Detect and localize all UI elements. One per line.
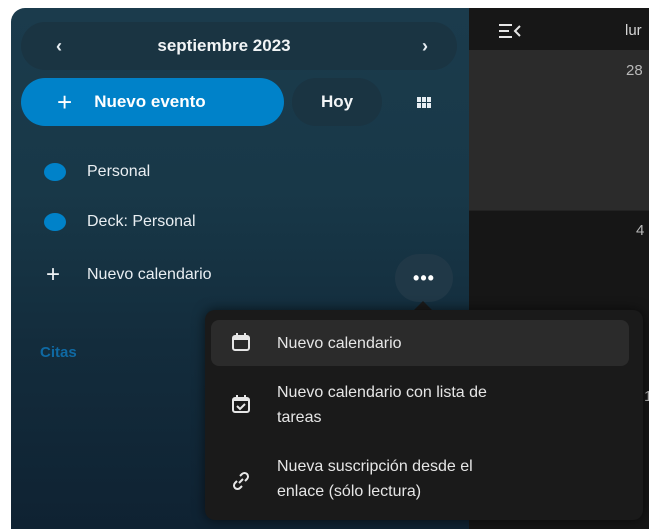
calendar-color-dot xyxy=(44,213,66,231)
menu-item-new-calendar[interactable]: Nuevo calendario xyxy=(211,320,629,366)
new-event-button[interactable]: + Nuevo evento xyxy=(21,78,284,126)
calendar-app: ‹ septiembre 2023 › + Nuevo evento Hoy P… xyxy=(11,8,649,529)
menu-collapse-icon[interactable] xyxy=(499,22,521,40)
today-button[interactable]: Hoy xyxy=(292,78,382,126)
calendar-label: Personal xyxy=(87,163,151,180)
plus-icon: + xyxy=(57,87,73,117)
menu-item-new-calendar-tasks[interactable]: Nuevo calendario con lista de tareas xyxy=(211,376,629,434)
day-number[interactable]: 4 xyxy=(636,222,644,239)
menu-item-label-line1: Nueva suscripción desde el xyxy=(277,458,473,475)
calendar-check-icon xyxy=(232,395,250,413)
new-calendar-item[interactable]: + Nuevo calendario xyxy=(11,253,451,297)
calendar-label: Deck: Personal xyxy=(87,213,196,230)
menu-item-label-line2: enlace (sólo lectura) xyxy=(277,483,422,500)
grid-view-icon[interactable] xyxy=(400,78,448,126)
menu-item-label: Nuevo calendario xyxy=(277,335,402,352)
current-month-button[interactable]: septiembre 2023 xyxy=(21,22,457,70)
menu-item-label-line1: Nuevo calendario con lista de xyxy=(277,384,487,401)
menu-item-label-line2: tareas xyxy=(277,409,322,426)
calendar-color-dot xyxy=(44,163,66,181)
week-divider xyxy=(469,210,649,211)
chevron-right-icon[interactable]: › xyxy=(401,22,449,70)
day-number[interactable]: 28 xyxy=(626,62,643,79)
more-actions-button[interactable]: ••• xyxy=(395,254,453,302)
plus-icon: + xyxy=(45,261,60,288)
calendar-icon xyxy=(232,333,250,351)
day-number[interactable]: 1 xyxy=(644,388,649,405)
date-picker: ‹ septiembre 2023 › xyxy=(21,22,457,70)
menu-item-new-subscription[interactable]: Nueva suscripción desde el enlace (sólo … xyxy=(211,450,629,508)
new-calendar-popover-menu: Nuevo calendario Nuevo calendario con li… xyxy=(205,310,643,520)
grid-header: lur xyxy=(469,8,649,50)
link-icon xyxy=(232,471,250,491)
new-calendar-label: Nuevo calendario xyxy=(87,266,212,283)
week-row[interactable]: 28 xyxy=(469,50,649,210)
section-title-citas[interactable]: Citas xyxy=(40,344,77,361)
calendar-item-personal[interactable]: Personal xyxy=(11,150,451,194)
new-event-label: Nuevo evento xyxy=(94,92,206,111)
day-header: lur xyxy=(625,22,642,39)
calendar-item-deck-personal[interactable]: Deck: Personal xyxy=(11,200,451,244)
